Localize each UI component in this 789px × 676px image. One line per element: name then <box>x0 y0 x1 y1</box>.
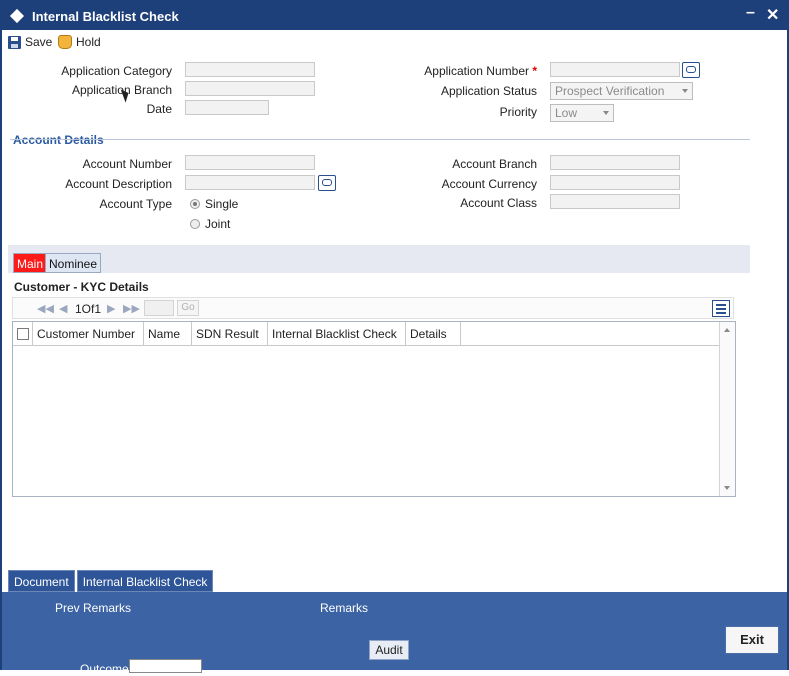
account-description-label: Account Description <box>65 177 172 191</box>
internal-blacklist-check-window: Internal Blacklist Check – ✕ Save Hold A… <box>0 0 789 676</box>
select-all-column <box>13 322 33 346</box>
application-category-label: Application Category <box>61 64 172 78</box>
account-description-lov-button[interactable] <box>318 175 336 191</box>
kyc-details-grid: Customer Number Name SDN Result Internal… <box>12 321 736 497</box>
account-class-field[interactable] <box>550 194 680 209</box>
account-currency-label: Account Currency <box>441 177 537 191</box>
save-button[interactable]: Save <box>8 34 52 50</box>
last-page-icon[interactable]: ▶▶ <box>123 302 140 315</box>
account-type-joint-radio[interactable]: Joint <box>190 217 230 231</box>
go-button[interactable]: Go <box>177 300 199 316</box>
title-bar: Internal Blacklist Check – ✕ <box>2 2 787 30</box>
grid-header: Customer Number Name SDN Result Internal… <box>13 322 719 346</box>
prev-page-icon[interactable]: ◀ <box>59 302 67 315</box>
exit-button[interactable]: Exit <box>725 626 779 654</box>
vertical-scrollbar[interactable] <box>719 322 735 496</box>
first-page-icon[interactable]: ◀◀ <box>37 302 54 315</box>
radio-unselected-icon <box>190 219 200 229</box>
minimize-icon[interactable]: – <box>746 4 755 22</box>
account-type-single-radio[interactable]: Single <box>190 197 238 211</box>
account-branch-field[interactable] <box>550 155 680 170</box>
date-label: Date <box>146 102 172 116</box>
priority-select[interactable]: Low <box>550 104 614 122</box>
account-type-label: Account Type <box>99 197 173 211</box>
page-indicator: 1Of1 <box>75 302 102 316</box>
application-category-field[interactable] <box>185 62 315 77</box>
application-number-field[interactable] <box>550 62 680 77</box>
tab-nominee[interactable]: Nominee <box>45 253 102 273</box>
internal-blacklist-check-button[interactable]: Internal Blacklist Check <box>76 570 214 592</box>
application-branch-label: Application Branch <box>71 83 172 97</box>
speech-bubble-icon <box>322 179 332 186</box>
date-field[interactable] <box>185 100 269 115</box>
column-header[interactable]: Customer Number <box>33 322 144 346</box>
tab-bar: Main Nominee <box>8 245 750 273</box>
pager-bar: ◀◀ ◀ 1Of1 ▶ ▶▶ Go <box>12 297 734 319</box>
account-class-label: Account Class <box>460 196 537 210</box>
toolbar: Save Hold <box>2 30 787 54</box>
tab-main[interactable]: Main <box>13 253 48 273</box>
grid-view-icon[interactable] <box>712 300 730 317</box>
document-button[interactable]: Document <box>8 570 75 592</box>
save-label: Save <box>25 35 53 49</box>
window-title: Internal Blacklist Check <box>32 9 179 24</box>
account-details-title: Account Details <box>13 133 104 147</box>
application-status-label: Application Status <box>440 84 537 98</box>
prev-remarks-label: Prev Remarks <box>55 601 132 615</box>
column-header[interactable]: Name <box>144 322 192 346</box>
application-status-select[interactable]: Prospect Verification <box>550 82 693 100</box>
remarks-label: Remarks <box>320 601 369 615</box>
radio-selected-icon <box>190 199 200 209</box>
application-number-label: Application Number * <box>424 64 537 78</box>
account-description-field[interactable] <box>185 175 315 190</box>
application-branch-field[interactable] <box>185 81 315 96</box>
account-number-label: Account Number <box>82 157 172 171</box>
hold-button[interactable]: Hold <box>58 34 101 50</box>
outcome-label: Outcome <box>80 662 129 676</box>
column-header[interactable]: SDN Result <box>192 322 268 346</box>
speech-bubble-icon <box>686 66 696 73</box>
account-currency-field[interactable] <box>550 175 680 190</box>
save-icon <box>8 35 21 49</box>
priority-label: Priority <box>499 105 537 119</box>
account-number-field[interactable] <box>185 155 315 170</box>
footer-panel: Prev Remarks Remarks Audit Exit Outcome <box>2 592 787 676</box>
priority-value: Low <box>555 106 578 120</box>
column-header[interactable]: Details <box>406 322 461 346</box>
page-number-input[interactable] <box>144 300 174 316</box>
hand-icon <box>58 35 72 49</box>
section-divider-line <box>102 139 750 140</box>
next-page-icon[interactable]: ▶ <box>107 302 115 315</box>
scroll-up-icon[interactable] <box>724 328 730 332</box>
outcome-input[interactable] <box>129 659 202 673</box>
close-icon[interactable]: ✕ <box>766 5 779 25</box>
application-number-lov-button[interactable] <box>682 62 700 78</box>
application-status-value: Prospect Verification <box>555 84 665 98</box>
chevron-down-icon <box>682 89 688 93</box>
chevron-down-icon <box>603 111 609 115</box>
account-type-single-label: Single <box>205 197 239 211</box>
select-all-checkbox[interactable] <box>17 328 29 340</box>
hold-label: Hold <box>76 35 101 49</box>
column-header[interactable]: Internal Blacklist Check <box>268 322 406 346</box>
audit-button[interactable]: Audit <box>369 640 409 660</box>
subscreen-tab-bar: Document Internal Blacklist Check <box>8 570 215 592</box>
account-type-joint-label: Joint <box>205 217 231 231</box>
app-diamond-icon <box>9 8 25 24</box>
required-mark: * <box>532 64 537 78</box>
scroll-down-icon[interactable] <box>724 486 730 490</box>
kyc-details-title: Customer - KYC Details <box>14 280 149 294</box>
account-branch-label: Account Branch <box>452 157 537 171</box>
